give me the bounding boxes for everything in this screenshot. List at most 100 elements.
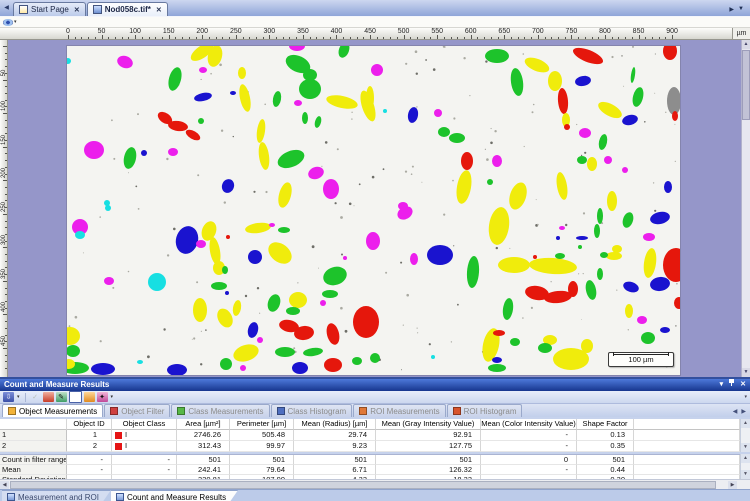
scroll-up-icon[interactable]: ▲ [742,40,750,49]
cell-mean-radius[interactable]: 9.23 [294,441,376,452]
tab-roi-histogram[interactable]: ROI Histogram [447,404,523,417]
wand-dropdown-icon[interactable]: ▾ [111,394,114,400]
cell-mean-radius[interactable]: Mean (Radius) [µm] [294,419,376,430]
ruler-tick [357,37,358,39]
statistics-scroll-up-icon[interactable]: ▲ [741,454,750,463]
tab-roi-measurements[interactable]: ROI Measurements [353,404,445,417]
cell-object-class: - [112,455,177,465]
layers-dropdown-icon[interactable]: ▾ [14,19,17,25]
particle [660,327,670,333]
close-panel-icon[interactable]: ✕ [740,379,746,391]
cell-filler [634,465,740,475]
layers-icon[interactable] [3,19,13,26]
tab-start-page[interactable]: Start Page ✕ [13,2,86,16]
results-tabs-scroll-left-icon[interactable]: ◀ [733,408,738,415]
cell-mean-gray[interactable]: Mean (Gray Intensity Value) [376,419,481,430]
classify-objects-icon[interactable] [43,392,54,402]
results-title-bar[interactable]: Count and Measure Results ▾ ✕ [0,379,750,391]
tab-object-filter[interactable]: Object Filter [104,404,170,417]
table-scroll-up-icon[interactable]: ▲ [741,419,750,428]
export-dropdown-icon[interactable]: ▾ [17,394,20,400]
particle [104,277,114,285]
tab-scroll-left-icon[interactable]: ◀ [1,2,12,15]
cell-object-id[interactable]: 2 [67,441,112,452]
cell-row-label[interactable] [0,419,67,430]
fill-objects-icon[interactable] [84,392,95,402]
tab-class-measurements[interactable]: Class Measurements [171,404,269,417]
toolbar-overflow-icon[interactable]: ▾ [744,394,747,400]
scroll-left-icon[interactable]: ◀ [0,481,9,489]
magic-wand-icon[interactable]: ✦ [97,392,108,402]
statistics-scrollbar[interactable]: ▲ ▼ [740,454,750,479]
cell-perimeter[interactable]: 99.97 [230,441,294,452]
cell-mean-radius[interactable]: 29.74 [294,430,376,441]
cell-mean-gray[interactable]: 127.75 [376,441,481,452]
particle [461,152,473,170]
ruler-tick [5,227,7,228]
tab-object-filter-icon [110,407,118,415]
cell-row-label[interactable]: 2 [0,441,67,452]
cell-perimeter[interactable]: Perimeter [µm] [230,419,294,430]
particle [184,128,202,143]
tab-scroll-right-icon[interactable]: ▶ [729,6,734,13]
statistics-scroll-down-icon[interactable]: ▼ [741,470,750,479]
cell-mean-color[interactable]: - [481,441,577,452]
cell-area[interactable]: Area [µm²] [177,419,230,430]
ruler-tick [5,294,7,295]
table-scrollbar[interactable]: ▲ ▼ [740,419,750,452]
scroll-down-icon[interactable]: ▼ [742,368,750,377]
hscroll-thumb[interactable] [10,481,716,489]
cell-object-id[interactable]: Object ID [67,419,112,430]
cell-filler[interactable] [634,430,740,441]
particle [67,327,80,345]
cell-object-class[interactable]: I [112,441,177,452]
cell-shape-factor[interactable]: Shape Factor [577,419,634,430]
pin-icon[interactable] [728,378,735,392]
cell-area[interactable]: 312.43 [177,441,230,452]
particle [104,200,110,206]
export-measurements-icon[interactable]: ⇩ [3,392,14,402]
particle [220,358,232,370]
cell-filler[interactable] [634,441,740,452]
horizontal-scrollbar[interactable]: ◀ ▶ [0,479,750,489]
vertical-scrollbar[interactable]: ▲ ▼ [741,40,750,377]
scroll-thumb[interactable] [742,50,750,120]
scroll-right-icon[interactable]: ▶ [728,481,737,489]
particle [275,347,295,357]
cell-object-class[interactable]: Object Class [112,419,177,430]
tab-class-measurements-icon [177,407,185,415]
table-scroll-down-icon[interactable]: ▼ [741,443,750,452]
apply-check-icon[interactable]: ✓ [30,392,41,402]
particle [631,86,646,108]
cell-mean-color[interactable]: Mean (Color Intensity Value) [481,419,577,430]
cell-filler[interactable] [634,419,740,430]
tab-class-histogram[interactable]: Class Histogram [271,404,353,417]
cell-row-label[interactable]: 1 [0,430,67,441]
bottom-tab-count-and-measure-results[interactable]: Count and Measure Results [111,490,238,501]
tab-object-measurements[interactable]: Object Measurements [2,404,103,417]
cell-object-id[interactable]: 1 [67,430,112,441]
panel-menu-icon[interactable]: ▾ [720,379,724,391]
segmented-image[interactable]: 100 µm [67,46,680,375]
ruler-label: 200 [1,163,7,183]
draw-object-icon[interactable]: ✎ [56,392,67,402]
roi-rectangle-icon[interactable] [69,391,82,403]
particle [320,300,326,306]
tab-label: Object Measurements [19,407,97,416]
cell-object-class[interactable]: I [112,430,177,441]
cell-area[interactable]: 2746.26 [177,430,230,441]
tab-list-menu-icon[interactable]: ▼ [738,6,744,13]
particle [509,67,525,96]
bottom-tab-measurement-and-roi[interactable]: Measurement and ROI [2,490,111,501]
ruler-tick [310,37,311,39]
close-tab-icon[interactable]: ✕ [74,6,80,14]
cell-perimeter[interactable]: 505.48 [230,430,294,441]
cell-mean-gray[interactable]: 92.91 [376,430,481,441]
results-tabs-scroll-right-icon[interactable]: ▶ [741,408,746,415]
cell-shape-factor[interactable]: 0.13 [577,430,634,441]
cell-shape-factor[interactable]: 0.35 [577,441,634,452]
close-tab-icon[interactable]: ✕ [156,6,162,14]
particle [321,264,349,289]
tab-image-document[interactable]: Nod058c.tif* ✕ [87,2,168,16]
cell-mean-color[interactable]: - [481,430,577,441]
